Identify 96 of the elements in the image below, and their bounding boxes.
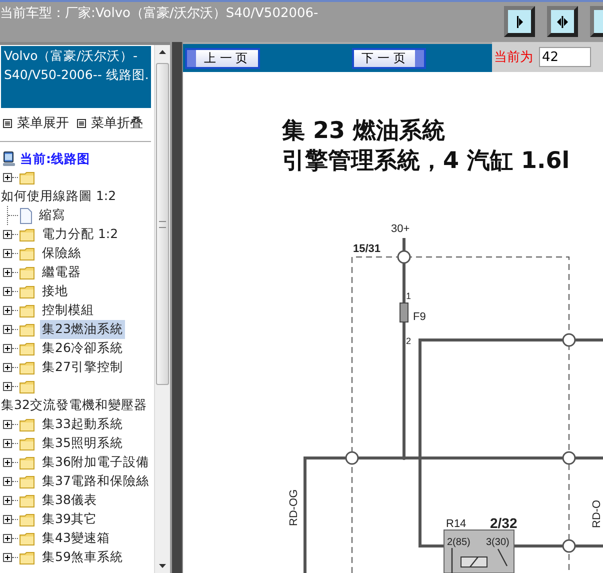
tree-item[interactable]: 如何使用線路圖 1:2 xyxy=(0,187,118,206)
expand-icon[interactable] xyxy=(3,382,12,391)
scroll-up-icon[interactable] xyxy=(159,50,166,54)
expand-icon[interactable] xyxy=(3,534,12,543)
tree-item[interactable]: 繼電器 xyxy=(40,263,83,282)
expand-icon[interactable] xyxy=(3,420,12,429)
tree-item[interactable]: 集23燃油系統 xyxy=(40,320,125,339)
tree-item[interactable]: 集39其它 xyxy=(40,510,99,529)
connector-node xyxy=(397,250,411,264)
wire-color-label: RD-O xyxy=(591,500,603,528)
expand-icon[interactable] xyxy=(3,325,12,334)
tree-item[interactable]: 集38儀表 xyxy=(40,491,99,510)
folder-icon xyxy=(19,284,36,298)
tree-item[interactable]: 集43變速箱 xyxy=(40,529,112,548)
expand-icon[interactable] xyxy=(3,173,12,182)
list-icon xyxy=(77,118,86,128)
fuse-label: F9 xyxy=(413,311,426,323)
arrow-icon xyxy=(557,16,568,28)
expand-icon[interactable] xyxy=(3,287,12,296)
tree-item[interactable]: 集36附加電子設備 xyxy=(40,453,151,472)
folder-icon xyxy=(19,360,36,374)
connector-node xyxy=(562,333,576,347)
document-icon xyxy=(19,208,33,224)
current-location: 当前:线路图 xyxy=(20,150,90,168)
expand-icon[interactable] xyxy=(3,249,12,258)
folder-icon xyxy=(19,246,36,260)
expand-icon[interactable] xyxy=(3,515,12,524)
connector-node xyxy=(562,451,576,465)
wire-color-label: RD-OG xyxy=(288,489,300,526)
folder-icon xyxy=(19,512,36,526)
tree-item[interactable]: 控制模組 xyxy=(40,301,96,320)
expand-icon[interactable] xyxy=(3,458,12,467)
folder-icon xyxy=(19,494,36,508)
current-page-label: 当前为 xyxy=(494,49,533,66)
model-heading: Volvo（富豪/沃尔沃）-S40/V50-2006-- 线路图. xyxy=(1,46,152,108)
menu-link[interactable]: 菜单展开 xyxy=(17,114,69,132)
vehicle-title: 当前车型：厂家:Volvo（富豪/沃尔沃）S40/V502006- xyxy=(0,5,318,22)
tree-item[interactable]: 集33起動系統 xyxy=(40,415,125,434)
zone-label: 15/31 xyxy=(353,243,381,255)
pin-label: 3(30) xyxy=(486,537,510,548)
page-number-field[interactable]: 42 xyxy=(539,47,591,67)
pin-label: 1 xyxy=(406,291,412,301)
supply-label: 30+ xyxy=(391,223,410,235)
expand-icon[interactable] xyxy=(3,553,12,562)
folder-icon xyxy=(19,474,36,488)
tree-item[interactable]: 集59煞車系統 xyxy=(40,548,125,567)
folder-icon xyxy=(19,532,36,546)
tree-item[interactable]: 集27引擎控制 xyxy=(40,358,125,377)
tree-item[interactable]: 保險絲 xyxy=(40,244,83,263)
pin-label: 2 xyxy=(406,336,412,346)
folder-icon xyxy=(19,322,36,336)
tree-item[interactable]: 縮寫 xyxy=(37,206,67,225)
connector-node xyxy=(562,539,576,553)
relay-symbol xyxy=(444,530,514,573)
diagram-title: 集 23 燃油系統 xyxy=(282,118,446,144)
previous-page-button[interactable]: 上 一 页 xyxy=(185,48,260,68)
folder-icon xyxy=(19,550,36,564)
folder-icon xyxy=(19,418,36,432)
folder-icon xyxy=(19,456,36,470)
connector-node xyxy=(345,451,359,465)
toolbar-button[interactable] xyxy=(547,6,578,37)
tree-item[interactable]: 集32交流發電機和變壓器 xyxy=(0,396,149,415)
expand-icon[interactable] xyxy=(3,268,12,277)
tree-item[interactable]: 電力分配 1:2 xyxy=(40,225,120,244)
pin-label: 2(85) xyxy=(447,537,470,548)
folder-icon xyxy=(19,266,36,280)
splitter[interactable] xyxy=(170,42,182,573)
menu-link[interactable]: 菜单折叠 xyxy=(91,114,143,132)
scroll-down-icon[interactable] xyxy=(159,564,166,568)
scrollbar[interactable] xyxy=(154,45,170,573)
tree-item[interactable]: 集26冷卻系統 xyxy=(40,339,125,358)
tree-item[interactable]: 集37電路和保險絲 xyxy=(40,472,151,491)
folder-icon xyxy=(19,228,36,242)
expand-icon[interactable] xyxy=(3,344,12,353)
expand-icon[interactable] xyxy=(3,477,12,486)
folder-icon xyxy=(19,170,36,184)
expand-icon[interactable] xyxy=(3,439,12,448)
expand-icon[interactable] xyxy=(3,496,12,505)
folder-icon xyxy=(19,304,36,318)
expand-icon[interactable] xyxy=(3,306,12,315)
computer-icon xyxy=(2,151,16,167)
toolbar-button[interactable] xyxy=(504,6,535,37)
list-icon xyxy=(3,118,12,128)
folder-icon xyxy=(19,436,36,450)
folder-icon xyxy=(19,342,36,356)
diagram-title: 引擎管理系統，4 汽缸 1.6l xyxy=(282,148,570,174)
relay-label: R14 xyxy=(446,518,466,530)
tree-item[interactable]: 接地 xyxy=(40,282,70,301)
relay-zone-label: 2/32 xyxy=(490,515,518,531)
fuse-symbol xyxy=(400,302,408,322)
next-page-button[interactable]: 下 一 页 xyxy=(352,48,426,68)
expand-icon[interactable] xyxy=(3,230,12,239)
folder-icon xyxy=(19,380,36,394)
expand-icon[interactable] xyxy=(3,363,12,372)
arrow-icon xyxy=(516,16,522,28)
tree-item[interactable]: 集35照明系統 xyxy=(40,434,125,453)
